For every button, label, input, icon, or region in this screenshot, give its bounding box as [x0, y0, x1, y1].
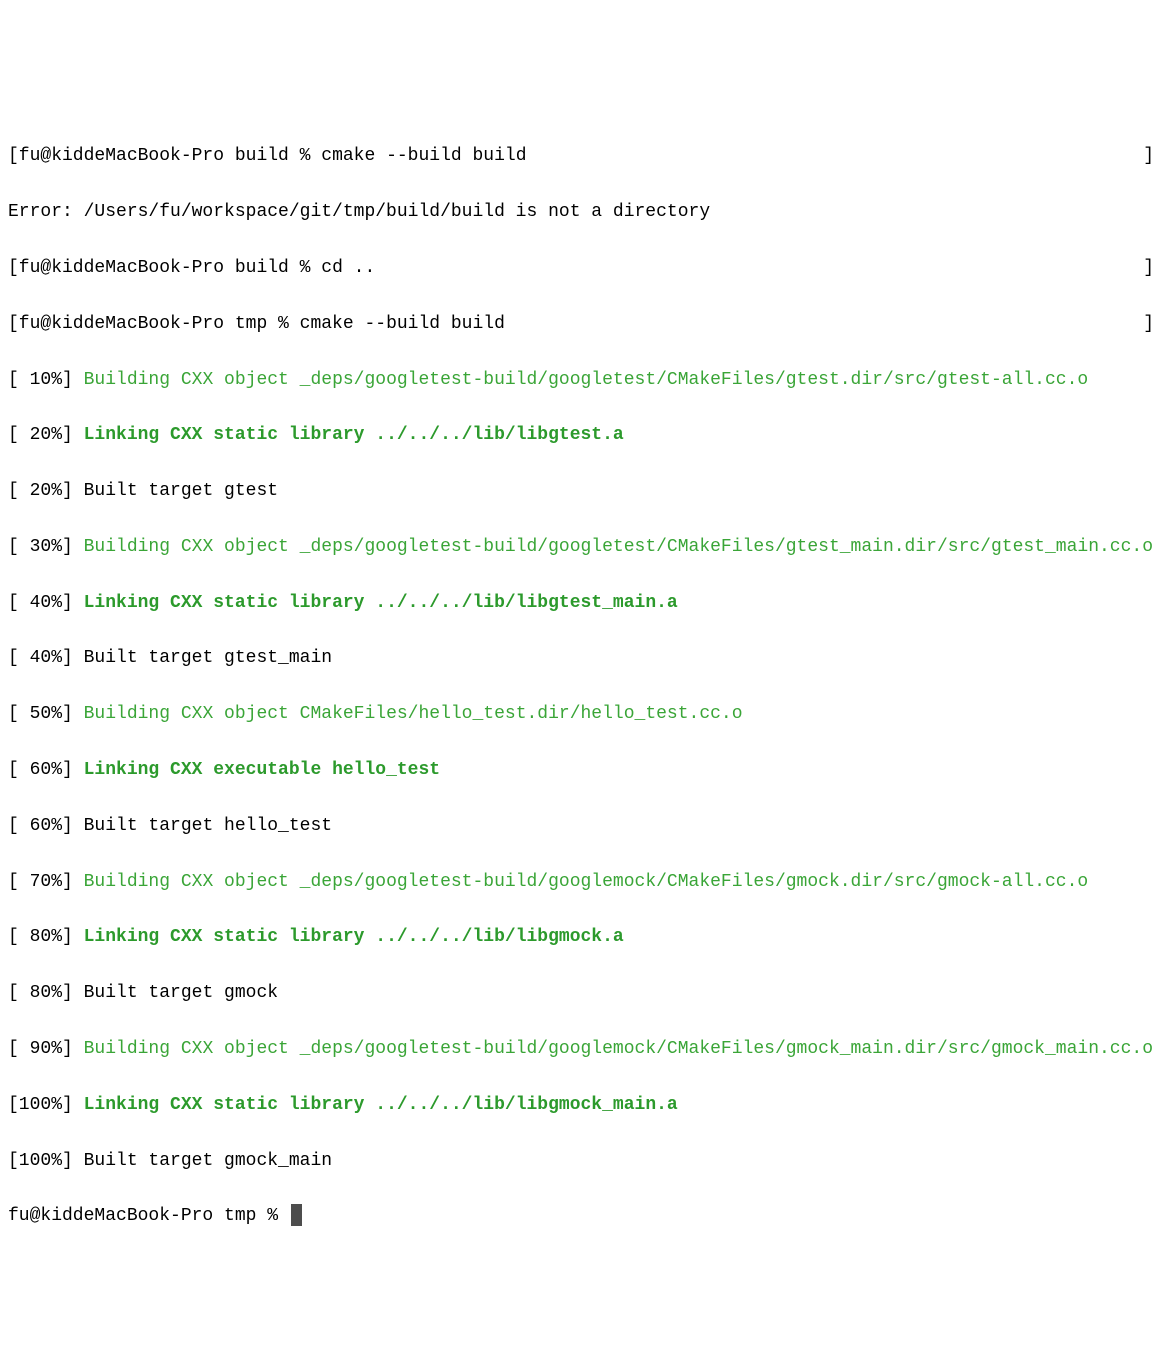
bracket-close: ]: [1143, 255, 1154, 283]
built-message: Built target gtest: [84, 481, 278, 501]
build-step-60a: [ 60%] Linking CXX executable hello_test: [8, 757, 1154, 785]
command-text: cd ..: [321, 258, 375, 278]
command-text: cmake --build build: [321, 146, 526, 166]
progress-pct: [ 80%]: [8, 983, 84, 1003]
progress-pct: [100%]: [8, 1095, 84, 1115]
shell-prompt: [fu@kiddeMacBook-Pro build %: [8, 258, 321, 278]
build-step-10: [ 10%] Building CXX object _deps/googlet…: [8, 367, 1154, 395]
cursor-icon: [291, 1204, 302, 1226]
progress-pct: [ 40%]: [8, 593, 84, 613]
build-step-40a: [ 40%] Linking CXX static library ../../…: [8, 590, 1154, 618]
progress-pct: [100%]: [8, 1151, 84, 1171]
build-step-60b: [ 60%] Built target hello_test: [8, 813, 1154, 841]
progress-pct: [ 90%]: [8, 1039, 84, 1059]
progress-pct: [ 20%]: [8, 481, 84, 501]
progress-pct: [ 20%]: [8, 425, 84, 445]
built-message: Built target gtest_main: [84, 648, 332, 668]
build-step-20b: [ 20%] Built target gtest: [8, 478, 1154, 506]
build-step-100a: [100%] Linking CXX static library ../../…: [8, 1092, 1154, 1120]
prompt-line-2: [fu@kiddeMacBook-Pro build % cd ..]: [8, 255, 1154, 283]
progress-pct: [ 60%]: [8, 816, 84, 836]
bracket-close: ]: [1143, 143, 1154, 171]
build-message: Building CXX object _deps/googletest-bui…: [84, 872, 1089, 892]
build-step-90: [ 90%] Building CXX object _deps/googlet…: [8, 1036, 1154, 1064]
built-message: Built target hello_test: [84, 816, 332, 836]
build-step-50: [ 50%] Building CXX object CMakeFiles/he…: [8, 701, 1154, 729]
terminal-output[interactable]: [fu@kiddeMacBook-Pro build % cmake --bui…: [8, 116, 1154, 1260]
build-message: Building CXX object _deps/googletest-bui…: [84, 1039, 1153, 1059]
link-message: Linking CXX static library ../../../lib/…: [84, 425, 624, 445]
built-message: Built target gmock: [84, 983, 278, 1003]
build-message: Building CXX object _deps/googletest-bui…: [84, 537, 1153, 557]
link-message: Linking CXX static library ../../../lib/…: [84, 927, 624, 947]
link-message: Linking CXX static library ../../../lib/…: [84, 1095, 678, 1115]
link-message: Linking CXX executable hello_test: [84, 760, 440, 780]
prompt-line-current[interactable]: fu@kiddeMacBook-Pro tmp %: [8, 1203, 1154, 1231]
build-step-70: [ 70%] Building CXX object _deps/googlet…: [8, 869, 1154, 897]
build-step-30: [ 30%] Building CXX object _deps/googlet…: [8, 534, 1154, 562]
progress-pct: [ 10%]: [8, 370, 84, 390]
shell-prompt: [fu@kiddeMacBook-Pro tmp %: [8, 314, 300, 334]
progress-pct: [ 60%]: [8, 760, 84, 780]
progress-pct: [ 30%]: [8, 537, 84, 557]
progress-pct: [ 70%]: [8, 872, 84, 892]
build-step-80a: [ 80%] Linking CXX static library ../../…: [8, 924, 1154, 952]
bracket-close: ]: [1143, 311, 1154, 339]
shell-prompt: [fu@kiddeMacBook-Pro build %: [8, 146, 321, 166]
build-message: Building CXX object CMakeFiles/hello_tes…: [84, 704, 743, 724]
build-step-40b: [ 40%] Built target gtest_main: [8, 645, 1154, 673]
build-message: Building CXX object _deps/googletest-bui…: [84, 370, 1089, 390]
build-step-80b: [ 80%] Built target gmock: [8, 980, 1154, 1008]
built-message: Built target gmock_main: [84, 1151, 332, 1171]
progress-pct: [ 40%]: [8, 648, 84, 668]
link-message: Linking CXX static library ../../../lib/…: [84, 593, 678, 613]
prompt-line-1: [fu@kiddeMacBook-Pro build % cmake --bui…: [8, 143, 1154, 171]
build-step-20a: [ 20%] Linking CXX static library ../../…: [8, 422, 1154, 450]
progress-pct: [ 50%]: [8, 704, 84, 724]
command-text: cmake --build build: [300, 314, 505, 334]
progress-pct: [ 80%]: [8, 927, 84, 947]
prompt-line-3: [fu@kiddeMacBook-Pro tmp % cmake --build…: [8, 311, 1154, 339]
build-step-100b: [100%] Built target gmock_main: [8, 1148, 1154, 1176]
shell-prompt: fu@kiddeMacBook-Pro tmp %: [8, 1206, 289, 1226]
error-line: Error: /Users/fu/workspace/git/tmp/build…: [8, 199, 1154, 227]
